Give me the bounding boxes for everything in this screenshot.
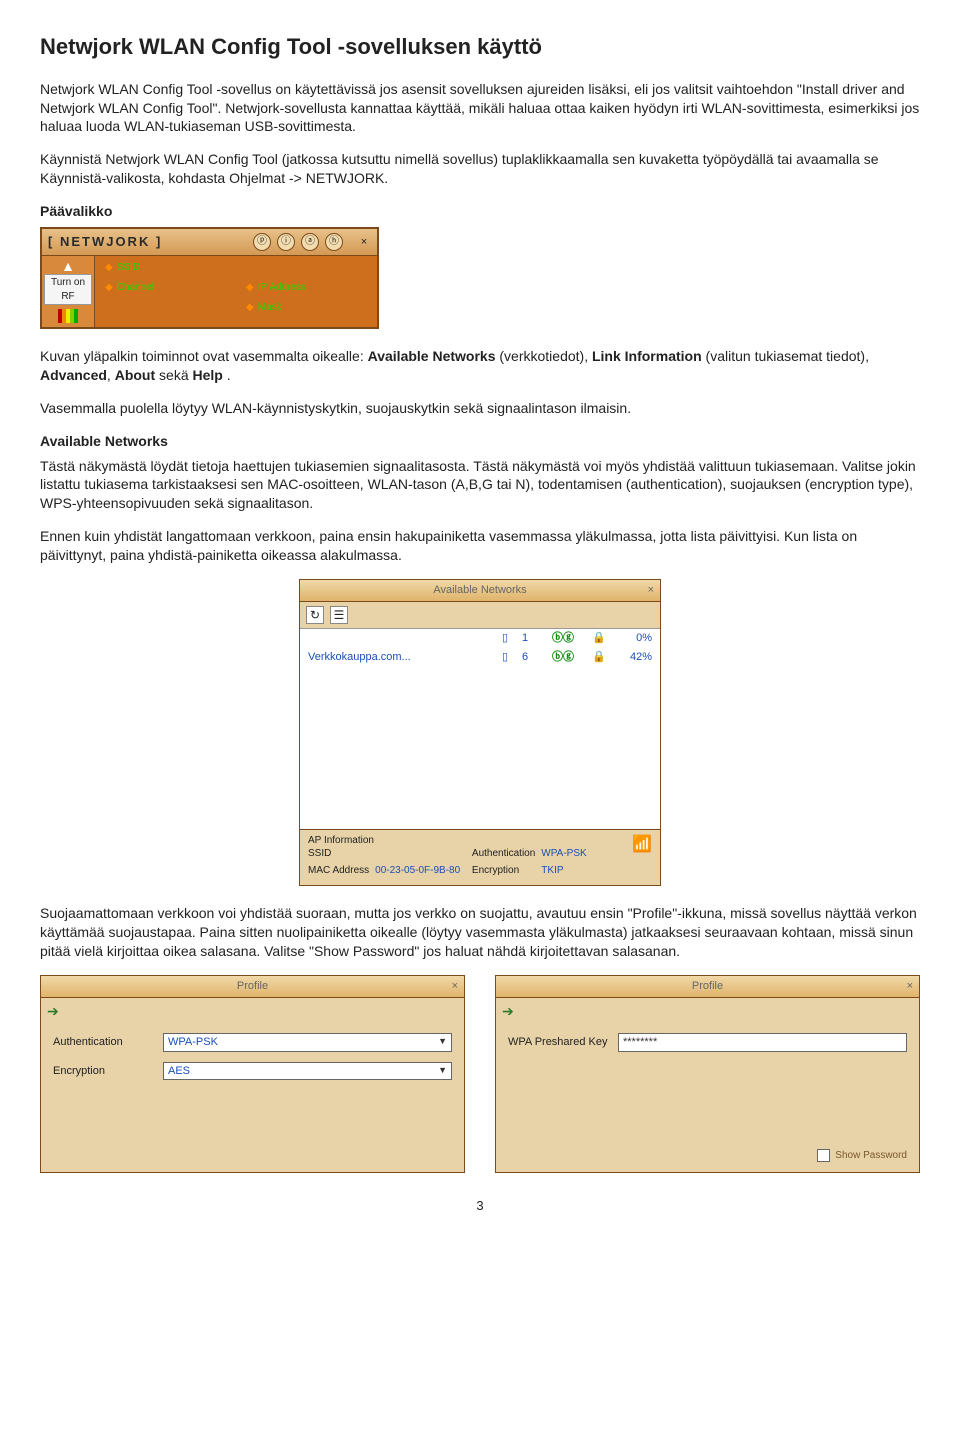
auth-label: Authentication	[53, 1035, 163, 1050]
signal-icon: ▯	[502, 650, 522, 665]
arrow-right-icon[interactable]: ➔	[496, 998, 919, 1025]
show-password-checkbox[interactable]	[817, 1149, 830, 1162]
link-information-icon[interactable]: ⓘ	[277, 233, 295, 251]
close-icon[interactable]: ×	[648, 583, 654, 598]
avnet-titlebar: Available Networks ×	[300, 580, 660, 602]
enc-select-value: AES	[168, 1064, 190, 1079]
auth-select[interactable]: WPA-PSK ▼	[163, 1033, 452, 1052]
signal-bars-icon	[58, 309, 78, 323]
channel-value: 6	[522, 650, 552, 665]
channel-label: Channel	[95, 281, 236, 295]
main-menu-heading: Päävalikko	[40, 202, 920, 221]
main-title-text: [ NETWJORK ]	[48, 233, 162, 251]
show-password-label: Show Password	[835, 1150, 907, 1161]
mode-icons: ⓑⓖ	[552, 631, 592, 646]
turn-on-rf-button[interactable]: Turn on RF	[44, 274, 92, 305]
ssid-label: SSID	[308, 847, 369, 861]
bold-advanced: Advanced	[40, 367, 107, 383]
profile-title-text: Profile	[692, 980, 723, 992]
net-name: Verkkokauppa.com...	[308, 650, 502, 665]
profile-window-2: Profile × ➔ WPA Preshared Key ******** S…	[495, 975, 920, 1173]
available-networks-p2: Ennen kuin yhdistät langattomaan verkkoo…	[40, 527, 920, 565]
arrow-up-icon[interactable]: ▲	[61, 260, 75, 272]
enc-select[interactable]: AES ▼	[163, 1062, 452, 1081]
profile-titlebar: Profile ×	[41, 976, 464, 998]
preshared-key-input[interactable]: ********	[618, 1033, 907, 1052]
chevron-down-icon: ▼	[438, 1064, 447, 1079]
table-row[interactable]: ▯ 1 ⓑⓖ 🔒 0%	[300, 629, 660, 648]
lock-icon: 🔒	[592, 650, 612, 665]
main-desc-p1: Kuvan yläpalkin toiminnot ovat vasemmalt…	[40, 347, 920, 385]
txt: .	[227, 367, 231, 383]
profile-intro: Suojaamattomaan verkkoon voi yhdistää su…	[40, 904, 920, 961]
list-view-icon[interactable]: ☰	[330, 606, 348, 624]
enc-label: Encryption	[53, 1064, 163, 1079]
profile-title-text: Profile	[237, 980, 268, 992]
available-networks-window: Available Networks × ↻ ☰ ▯ 1 ⓑⓖ 🔒 0% Ver…	[299, 579, 661, 886]
channel-value: 1	[522, 631, 552, 646]
ip-label: IP Address	[236, 281, 377, 295]
profile-titlebar: Profile ×	[496, 976, 919, 998]
intro-paragraph-1: Netwjork WLAN Config Tool -sovellus on k…	[40, 80, 920, 137]
refresh-icon[interactable]: ↻	[306, 606, 324, 624]
page-number: 3	[40, 1197, 920, 1215]
mac-label: MAC Address	[308, 864, 369, 878]
preshared-key-label: WPA Preshared Key	[508, 1035, 618, 1050]
chevron-down-icon: ▼	[438, 1035, 447, 1050]
page-title: Netwjork WLAN Config Tool -sovelluksen k…	[40, 32, 920, 62]
bold-about: About	[115, 367, 155, 383]
ssid-value	[375, 847, 466, 861]
close-icon[interactable]: ×	[907, 979, 913, 994]
avnet-title-text: Available Networks	[433, 584, 526, 596]
bold-link-information: Link Information	[592, 348, 702, 364]
about-help-icon[interactable]: ⓗ	[325, 233, 343, 251]
close-icon[interactable]: ×	[357, 235, 371, 249]
available-networks-icon[interactable]: ⓟ	[253, 233, 271, 251]
ssid-label: SSID	[95, 261, 236, 275]
txt: (valitun tukiasemat tiedot),	[706, 348, 869, 364]
mac-value: 00-23-05-0F-9B-80	[375, 864, 466, 878]
netwjork-main-widget: [ NETWJORK ] ⓟ ⓘ ⓐ ⓗ × ▲ Turn on RF SSID…	[40, 227, 379, 329]
auth-label: Authentication	[472, 847, 535, 861]
advanced-icon[interactable]: ⓐ	[301, 233, 319, 251]
signal-icon: ▯	[502, 631, 522, 646]
mode-icons: ⓑⓖ	[552, 650, 592, 665]
main-desc-p2: Vasemmalla puolella löytyy WLAN-käynnist…	[40, 399, 920, 418]
connect-icon[interactable]: 📶	[632, 834, 652, 856]
table-row[interactable]: Verkkokauppa.com... ▯ 6 ⓑⓖ 🔒 42%	[300, 648, 660, 667]
available-networks-p1: Tästä näkymästä löydät tietoja haettujen…	[40, 457, 920, 514]
lock-icon: 🔒	[592, 631, 612, 646]
close-icon[interactable]: ×	[452, 979, 458, 994]
txt: (verkkotiedot),	[499, 348, 592, 364]
txt: Kuvan yläpalkin toiminnot ovat vasemmalt…	[40, 348, 368, 364]
bold-available-networks: Available Networks	[368, 348, 496, 364]
network-list: ▯ 1 ⓑⓖ 🔒 0% Verkkokauppa.com... ▯ 6 ⓑⓖ 🔒…	[300, 628, 660, 829]
signal-pct: 0%	[612, 631, 652, 646]
auth-select-value: WPA-PSK	[168, 1035, 218, 1050]
arrow-right-icon[interactable]: ➔	[41, 998, 464, 1025]
bold-help: Help	[193, 367, 223, 383]
main-titlebar: [ NETWJORK ] ⓟ ⓘ ⓐ ⓗ ×	[42, 229, 377, 256]
enc-label: Encryption	[472, 864, 535, 878]
auth-value: WPA-PSK	[541, 847, 632, 861]
intro-paragraph-2: Käynnistä Netwjork WLAN Config Tool (jat…	[40, 150, 920, 188]
profile-window-1: Profile × ➔ Authentication WPA-PSK ▼ Enc…	[40, 975, 465, 1173]
enc-value: TKIP	[541, 864, 632, 878]
ap-information-label: AP Information	[308, 834, 652, 848]
available-networks-heading: Available Networks	[40, 432, 920, 451]
txt: sekä	[159, 367, 192, 383]
mask-label: Mask	[236, 301, 377, 315]
signal-pct: 42%	[612, 650, 652, 665]
